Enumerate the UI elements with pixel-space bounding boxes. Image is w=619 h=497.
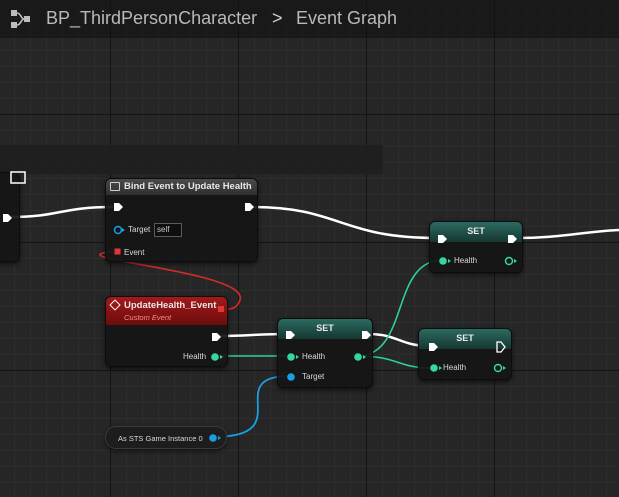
set-bottom-health-label: Health	[443, 363, 467, 372]
breadcrumb-separator: >	[272, 8, 283, 28]
comment-band	[0, 145, 383, 174]
custom-event-node[interactable]: UpdateHealth_Event Custom Event Health	[105, 296, 228, 367]
object-out-pin	[209, 434, 217, 442]
exec-out-pin	[496, 341, 506, 353]
event-pin	[114, 248, 121, 255]
set-main-pins	[286, 331, 371, 381]
health-out-pin	[211, 353, 219, 361]
exec-in-pin	[429, 343, 438, 351]
cast-node[interactable]: As STS Game Instance 0	[105, 426, 227, 449]
set-bottom-pins	[429, 341, 506, 373]
health-out-pin	[354, 353, 362, 361]
set-health-node-top[interactable]: SET Health	[429, 221, 523, 273]
health-in-pin	[439, 257, 447, 265]
set-health-node-bottom[interactable]: SET Health	[418, 328, 512, 380]
exec-in-pin	[114, 203, 123, 211]
offscreen-left-node[interactable]	[0, 171, 26, 262]
exec-out-pin	[245, 203, 254, 211]
breadcrumb-bar: BP_ThirdPersonCharacter > Event Graph	[0, 0, 619, 38]
custom-event-pins	[211, 306, 224, 361]
health-out-pin	[504, 256, 514, 266]
exec-out-pin	[508, 235, 517, 243]
breadcrumb-blueprint[interactable]: BP_ThirdPersonCharacter	[46, 8, 257, 29]
exec-out-pin	[212, 333, 221, 341]
set-top-pins	[438, 235, 517, 266]
target-pin	[113, 225, 123, 235]
health-out-pin	[493, 363, 503, 373]
set-main-target-label: Target	[302, 372, 325, 381]
set-main-health-label: Health	[302, 352, 326, 361]
set-top-health-label: Health	[454, 256, 478, 265]
monitor-icon	[10, 171, 26, 184]
set-health-node-main[interactable]: SET Health Target	[277, 318, 373, 388]
exec-in-pin	[286, 331, 295, 339]
cast-pins	[209, 434, 221, 442]
breadcrumb-graph[interactable]: Event Graph	[296, 8, 397, 29]
exec-out-pin	[362, 331, 371, 339]
graph-canvas[interactable]	[0, 0, 619, 497]
event-graph-icon	[11, 10, 30, 28]
delegate-out-pin	[218, 306, 224, 312]
target-in-pin	[287, 373, 295, 381]
bind-event-node[interactable]: Bind Event to Update Health Target self …	[105, 178, 258, 262]
event-label: Event	[124, 248, 145, 257]
target-label: Target	[128, 225, 151, 234]
health-in-pin	[430, 364, 438, 372]
health-in-pin	[287, 353, 295, 361]
target-value-field[interactable]: self	[154, 223, 182, 237]
health-out-label: Health	[183, 352, 207, 361]
exec-in-pin	[438, 235, 447, 243]
